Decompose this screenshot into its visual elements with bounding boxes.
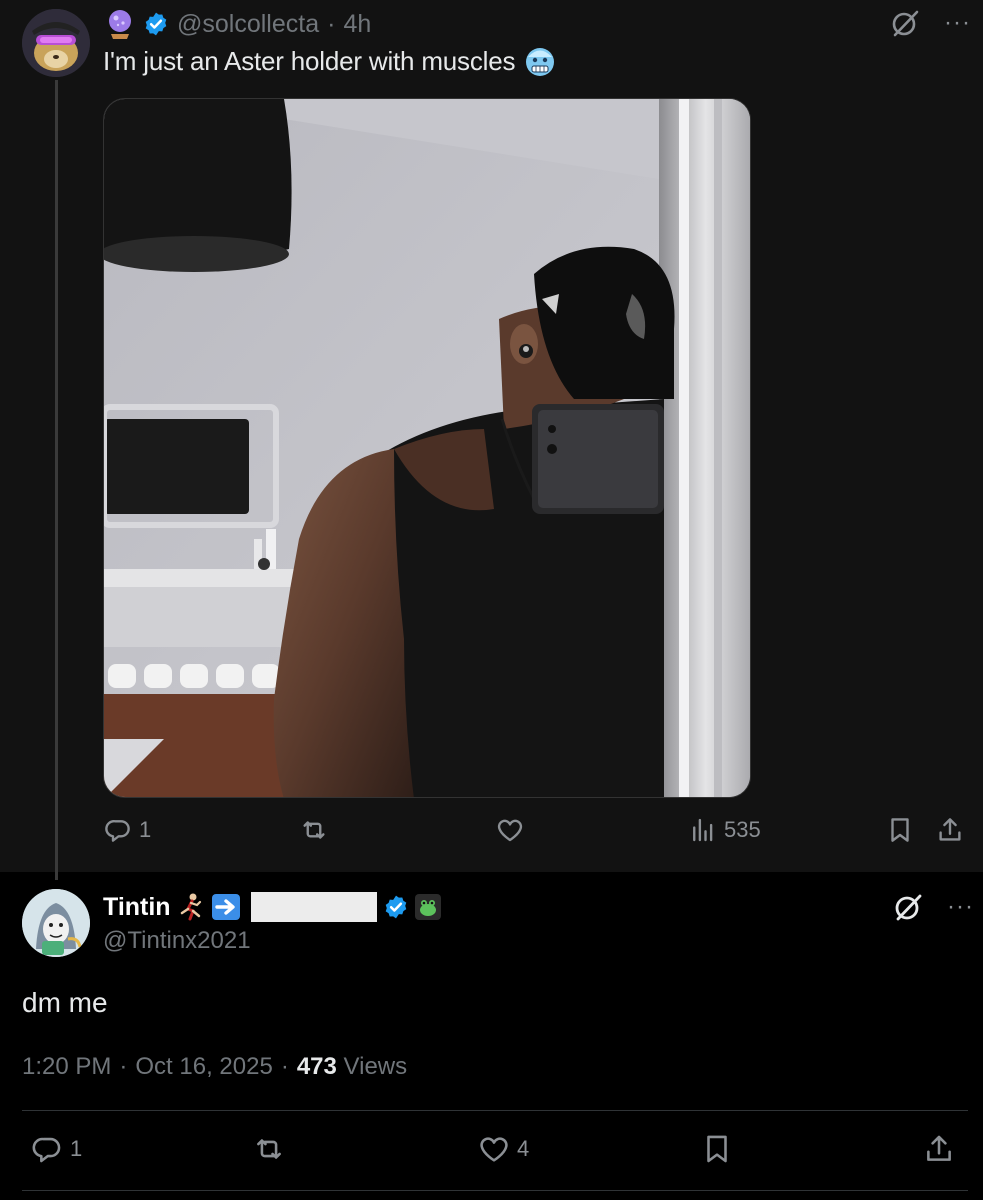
retweet-icon bbox=[252, 1132, 286, 1166]
redacted-name-block bbox=[250, 892, 377, 922]
retweet-icon bbox=[299, 815, 329, 845]
verified-icon bbox=[383, 894, 409, 920]
more-icon[interactable]: ··· bbox=[944, 11, 971, 35]
separator-dot: · bbox=[327, 9, 336, 38]
thread-line bbox=[55, 80, 58, 880]
bookmark-button[interactable] bbox=[700, 1132, 734, 1166]
tweet-top-actions: ··· bbox=[893, 892, 974, 922]
bookmark-button[interactable] bbox=[885, 815, 915, 845]
reply-icon bbox=[103, 815, 133, 845]
display-name[interactable]: Tintin bbox=[103, 893, 171, 922]
frog-icon bbox=[414, 894, 441, 920]
retweet-button[interactable] bbox=[299, 815, 329, 845]
views-label: Views bbox=[343, 1053, 408, 1080]
reply-button[interactable]: 1 bbox=[103, 815, 151, 845]
reply-count: 1 bbox=[70, 1136, 83, 1161]
tweet-metadata: 1:20 PM · Oct 16, 2025 · 473 Views bbox=[22, 1053, 407, 1081]
reply-icon bbox=[30, 1132, 64, 1166]
views-button[interactable]: 535 bbox=[688, 815, 761, 845]
like-icon bbox=[495, 815, 525, 845]
tweet-header: @solcollecta · 4h bbox=[105, 7, 371, 41]
separator-dot: · bbox=[119, 1053, 128, 1080]
verified-icon bbox=[143, 11, 169, 37]
divider bbox=[22, 1190, 968, 1191]
reply-name-row: Tintin bbox=[103, 890, 441, 924]
tweet-date[interactable]: Oct 16, 2025 bbox=[135, 1053, 272, 1081]
bookmark-icon bbox=[700, 1132, 734, 1166]
avatar[interactable] bbox=[22, 9, 90, 77]
views-count: 535 bbox=[724, 817, 761, 842]
reply-count: 1 bbox=[139, 817, 152, 842]
grok-icon[interactable] bbox=[893, 892, 923, 922]
share-icon bbox=[935, 815, 965, 845]
divider bbox=[22, 1110, 968, 1111]
views-icon bbox=[688, 815, 718, 845]
share-button[interactable] bbox=[922, 1132, 956, 1166]
like-icon bbox=[477, 1132, 511, 1166]
avatar[interactable] bbox=[22, 889, 90, 957]
like-button[interactable] bbox=[495, 815, 525, 845]
cold-face-icon bbox=[523, 44, 557, 78]
like-button[interactable]: 4 bbox=[477, 1132, 529, 1166]
tweet-media-image[interactable] bbox=[103, 98, 751, 798]
like-count: 4 bbox=[517, 1136, 530, 1161]
orb-icon bbox=[105, 8, 135, 40]
retweet-button[interactable] bbox=[252, 1132, 286, 1166]
views-stat[interactable]: 473 Views bbox=[297, 1053, 407, 1081]
parent-tweet[interactable]: @solcollecta · 4h ··· I'm just an Aster … bbox=[0, 0, 983, 880]
tweet-text: I'm just an Aster holder with muscles bbox=[103, 44, 557, 78]
tweet-time[interactable]: 1:20 PM bbox=[22, 1053, 111, 1081]
author-handle[interactable]: @solcollecta bbox=[177, 10, 319, 39]
reply-button[interactable]: 1 bbox=[30, 1132, 82, 1166]
more-icon[interactable]: ··· bbox=[947, 895, 974, 919]
arrow-right-icon bbox=[211, 893, 241, 921]
views-count: 473 bbox=[296, 1053, 337, 1080]
tweet-actions: 1 4 bbox=[22, 1132, 968, 1176]
grok-icon[interactable] bbox=[890, 8, 920, 38]
tweet-actions: 1 535 bbox=[103, 815, 965, 855]
author-handle[interactable]: @Tintinx2021 bbox=[103, 927, 251, 955]
tweet-text-content: I'm just an Aster holder with muscles bbox=[103, 45, 516, 76]
tweet-time[interactable]: 4h bbox=[343, 10, 371, 39]
tweet-text: dm me bbox=[22, 987, 108, 1018]
share-button[interactable] bbox=[935, 815, 965, 845]
bookmark-icon bbox=[885, 815, 915, 845]
runner-icon bbox=[177, 892, 205, 922]
separator-dot: · bbox=[280, 1053, 289, 1080]
share-icon bbox=[922, 1132, 956, 1166]
tweet-top-actions: ··· bbox=[890, 8, 971, 38]
